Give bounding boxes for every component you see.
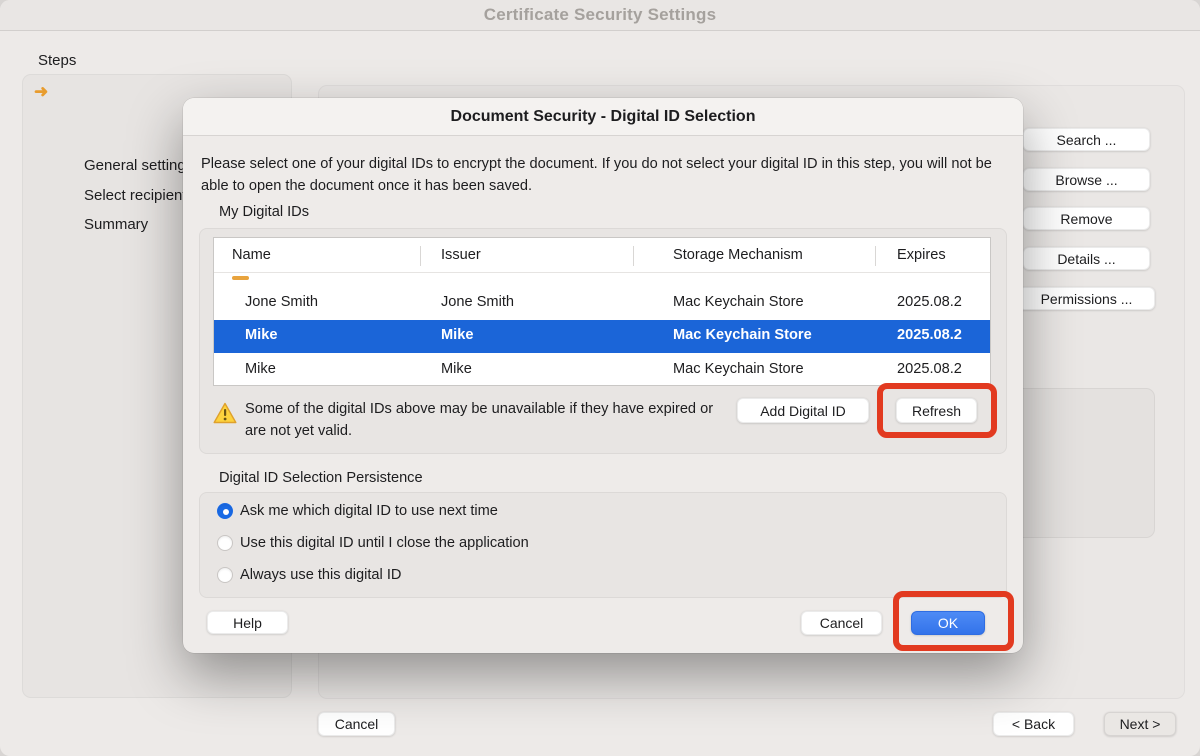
column-divider <box>633 246 634 266</box>
cell-issuer: Mike <box>441 361 472 377</box>
cell-name: Mike <box>245 327 277 343</box>
cell-storage: Mac Keychain Store <box>673 361 804 377</box>
search-button[interactable]: Search ... <box>1023 128 1150 151</box>
current-step-arrow-icon: ➜ <box>34 82 48 102</box>
column-divider <box>875 246 876 266</box>
steps-heading: Steps <box>38 52 76 69</box>
radio-label: Ask me which digital ID to use next time <box>240 503 498 519</box>
radio-label: Always use this digital ID <box>240 567 401 583</box>
certificate-security-settings-window: Certificate Security Settings Steps ➜ Ge… <box>0 0 1200 756</box>
digital-ids-table: Name Issuer Storage Mechanism Expires Jo… <box>213 237 991 386</box>
cell-expires: 2025.08.2 <box>897 327 991 343</box>
window-title: Certificate Security Settings <box>0 0 1200 30</box>
remove-button[interactable]: Remove <box>1023 207 1150 230</box>
dialog-header: Document Security - Digital ID Selection <box>183 98 1023 136</box>
sidebar-item-general-settings[interactable]: General settings <box>84 157 193 174</box>
table-row-selected[interactable]: Mike Mike Mac Keychain Store 2025.08.2 <box>214 320 990 353</box>
recipient-details-panel <box>1000 388 1155 538</box>
table-row[interactable]: Mike Mike Mac Keychain Store 2025.08.2 <box>214 353 990 386</box>
cell-name: Mike <box>245 361 276 377</box>
sidebar-item-select-recipients[interactable]: Select recipients <box>84 187 194 204</box>
column-header-expires[interactable]: Expires <box>897 247 946 263</box>
column-header-storage[interactable]: Storage Mechanism <box>673 247 803 263</box>
sidebar-item-summary[interactable]: Summary <box>84 216 148 233</box>
table-row[interactable]: Jone Smith Jone Smith Mac Keychain Store… <box>214 286 990 320</box>
dialog-title: Document Security - Digital ID Selection <box>183 98 1023 136</box>
cell-expires: 2025.08.2 <box>897 361 991 377</box>
dialog-cancel-button[interactable]: Cancel <box>801 611 882 635</box>
digital-id-selection-dialog: Document Security - Digital ID Selection… <box>183 98 1023 653</box>
refresh-button[interactable]: Refresh <box>896 398 977 423</box>
details-button[interactable]: Details ... <box>1023 247 1150 270</box>
wizard-next-button[interactable]: Next > <box>1104 712 1176 736</box>
radio-unselected-icon[interactable] <box>217 567 233 583</box>
radio-unselected-icon[interactable] <box>217 535 233 551</box>
permissions-button[interactable]: Permissions ... <box>1018 287 1155 310</box>
dialog-intro-text: Please select one of your digital IDs to… <box>201 153 1009 197</box>
partially-scrolled-row <box>214 273 990 286</box>
radio-option-always-use[interactable]: Always use this digital ID <box>217 566 401 584</box>
cell-storage: Mac Keychain Store <box>673 294 804 310</box>
window-titlebar: Certificate Security Settings <box>0 0 1200 31</box>
column-header-issuer[interactable]: Issuer <box>441 247 481 263</box>
persistence-section-label: Digital ID Selection Persistence <box>219 470 423 486</box>
table-header-row: Name Issuer Storage Mechanism Expires <box>214 238 990 273</box>
my-digital-ids-label: My Digital IDs <box>219 204 309 220</box>
cell-issuer: Mike <box>441 327 473 343</box>
browse-button[interactable]: Browse ... <box>1023 168 1150 191</box>
certificate-icon-fragment <box>232 276 249 280</box>
cell-name: Jone Smith <box>245 294 318 310</box>
cell-expires: 2025.08.2 <box>897 294 991 310</box>
warning-triangle-icon <box>213 402 237 429</box>
cell-storage: Mac Keychain Store <box>673 327 812 343</box>
wizard-back-button[interactable]: < Back <box>993 712 1074 736</box>
radio-selected-icon[interactable] <box>217 503 233 519</box>
add-digital-id-button[interactable]: Add Digital ID <box>737 398 869 423</box>
wizard-cancel-button[interactable]: Cancel <box>318 712 395 736</box>
column-divider <box>420 246 421 266</box>
ok-button[interactable]: OK <box>911 611 985 635</box>
radio-label: Use this digital ID until I close the ap… <box>240 535 529 551</box>
radio-option-use-until-close[interactable]: Use this digital ID until I close the ap… <box>217 534 529 552</box>
help-button[interactable]: Help <box>207 611 288 634</box>
unavailable-ids-warning-text: Some of the digital IDs above may be una… <box>245 398 720 442</box>
radio-option-ask-me[interactable]: Ask me which digital ID to use next time <box>217 502 498 520</box>
column-header-name[interactable]: Name <box>232 247 271 263</box>
cell-issuer: Jone Smith <box>441 294 514 310</box>
